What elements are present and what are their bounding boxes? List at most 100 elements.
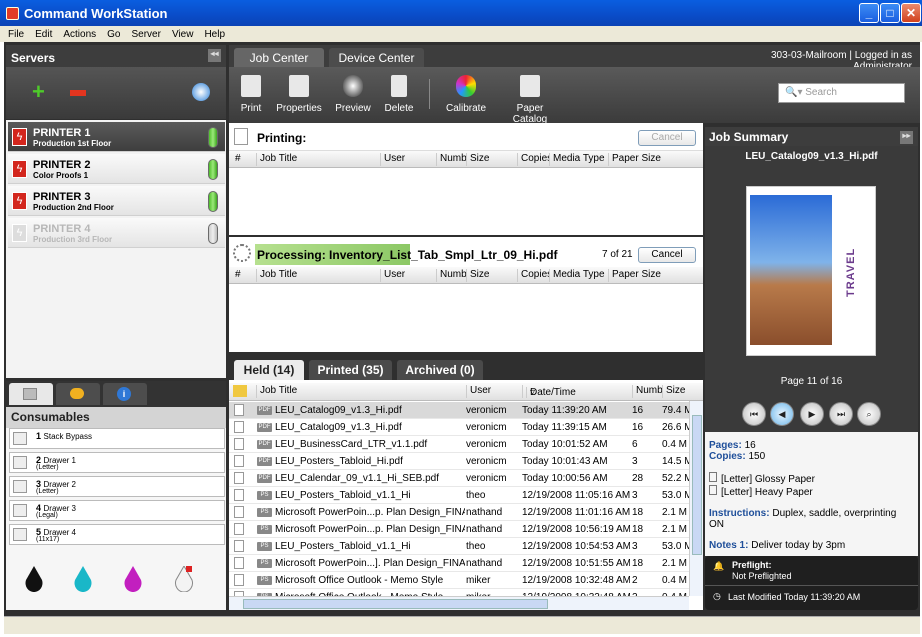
col-media[interactable]: Media Type bbox=[549, 269, 607, 282]
table-row[interactable]: PDF LEU_Catalog09_v1.3_Hi.pdf veronicm Toda… bbox=[229, 419, 692, 436]
tray-item[interactable]: 1 Stack Bypass bbox=[9, 428, 225, 449]
tab-printed[interactable]: Printed (35) bbox=[309, 360, 392, 380]
zoom-icon[interactable]: ⌕ bbox=[857, 402, 881, 426]
tab-device-center[interactable]: Device Center bbox=[329, 48, 424, 67]
folder-icon bbox=[233, 385, 247, 397]
printer-name: PRINTER 1 bbox=[33, 127, 91, 139]
menu-actions[interactable]: Actions bbox=[63, 29, 96, 40]
col-user[interactable]: User bbox=[466, 385, 522, 398]
cancel-processing-button[interactable]: Cancel bbox=[638, 247, 696, 263]
tray-size: (Letter) bbox=[36, 488, 59, 495]
search-input[interactable]: 🔍▾ Search bbox=[778, 83, 905, 103]
properties-button[interactable]: Properties bbox=[275, 75, 323, 114]
last-page-icon[interactable]: ⏭ bbox=[829, 402, 853, 426]
menu-edit[interactable]: Edit bbox=[35, 29, 52, 40]
job-preview: LEU_Catalog09_v1.3_Hi.pdf TRAVEL bbox=[705, 146, 918, 372]
col-number[interactable]: Numbe bbox=[632, 385, 662, 398]
minimize-button[interactable]: _ bbox=[859, 3, 879, 23]
table-row[interactable]: PDF LEU_Catalog09_v1.3_Hi.pdf veronicm Toda… bbox=[229, 402, 692, 419]
previous-page-icon[interactable]: ◀ bbox=[770, 402, 794, 426]
table-row[interactable]: PSMicrosoft Office Outlook - Memo Style m… bbox=[229, 572, 689, 589]
col-size[interactable]: Size bbox=[466, 153, 514, 166]
col-copies[interactable]: Copies bbox=[517, 153, 549, 166]
tray-item[interactable]: 4 Drawer 3 (Legal) bbox=[9, 500, 225, 521]
table-row[interactable]: PS LEU_Posters_Tabloid_v1.1_Hi theo 12/19/2… bbox=[229, 538, 692, 555]
preview-button[interactable]: Preview bbox=[335, 75, 371, 114]
tab-archived[interactable]: Archived (0) bbox=[397, 360, 483, 380]
scroll-thumb[interactable] bbox=[243, 599, 548, 609]
menu-server[interactable]: Server bbox=[132, 29, 161, 40]
document-icon bbox=[234, 421, 244, 433]
col-paper[interactable]: Paper Size bbox=[608, 269, 668, 282]
status-indicator-icon bbox=[208, 191, 218, 212]
col-size[interactable]: Size bbox=[662, 385, 692, 398]
job-toolbar: Print Properties Preview Delete Calibrat… bbox=[229, 67, 920, 125]
cell-date: Today 11:39:20 AM bbox=[522, 405, 607, 416]
table-row[interactable]: PDF LEU_Posters_Tabloid_Hi.pdf veronicm Tod… bbox=[229, 453, 692, 470]
tray-item[interactable]: 3 Drawer 2 (Letter) bbox=[9, 476, 225, 497]
paper-catalog-button[interactable]: Paper Catalog bbox=[499, 75, 561, 125]
document-icon bbox=[234, 523, 244, 535]
media-item: [Letter] Heavy Paper bbox=[709, 485, 914, 498]
vertical-scrollbar[interactable] bbox=[689, 401, 703, 596]
page-thumbnail[interactable]: TRAVEL bbox=[746, 186, 876, 356]
printer-item-4[interactable]: ϟ PRINTER 4 Production 3rd Floor bbox=[8, 218, 225, 248]
table-row[interactable]: PDF LEU_BusinessCard_LTR_v1.1.pdf veronicm… bbox=[229, 436, 689, 453]
cell-title: LEU_Posters_Tabloid_Hi.pdf bbox=[275, 456, 403, 467]
cell-number: 18 bbox=[632, 558, 644, 569]
col-user[interactable]: User bbox=[380, 153, 435, 166]
printer-desc: Production 3rd Floor bbox=[33, 235, 113, 244]
menu-help[interactable]: Help bbox=[204, 29, 225, 40]
table-row[interactable]: PS Microsoft PowerPoin...p. Plan Design_F… bbox=[229, 504, 689, 521]
col-datetime[interactable]: Date/Time ▿ bbox=[522, 385, 630, 398]
processing-queue: Processing: Inventory_List_Tab_Smpl_Ltr_… bbox=[229, 237, 703, 352]
printer-item-3[interactable]: ϟ PRINTER 3 Production 2nd Floor bbox=[8, 186, 225, 216]
collapse-icon[interactable]: ◂◂ bbox=[208, 49, 221, 62]
col-job-title[interactable]: Job Title bbox=[256, 153, 378, 166]
tab-held[interactable]: Held (14) bbox=[234, 360, 304, 380]
col-number[interactable]: Numbe bbox=[436, 153, 466, 166]
delete-button[interactable]: Delete bbox=[384, 75, 414, 114]
calibrate-button[interactable]: Calibrate bbox=[444, 75, 488, 114]
col-num[interactable]: # bbox=[232, 269, 241, 282]
expand-icon[interactable]: ▸▸ bbox=[900, 131, 913, 144]
col-job-title[interactable]: Job Title bbox=[256, 269, 378, 282]
remove-server-icon[interactable] bbox=[70, 90, 86, 96]
next-page-icon[interactable]: ▶ bbox=[800, 402, 824, 426]
table-row[interactable]: PS LEU_Posters_Tabloid_v1.1_Hi theo 12/19/2… bbox=[229, 487, 692, 504]
col-user[interactable]: User bbox=[380, 269, 435, 282]
col-num[interactable]: # bbox=[232, 153, 241, 166]
menu-go[interactable]: Go bbox=[107, 29, 120, 40]
col-number[interactable]: Numbe bbox=[436, 269, 466, 282]
first-page-icon[interactable]: ⏮ bbox=[742, 402, 766, 426]
table-row[interactable]: PS Microsoft PowerPoin...]. Plan Design_F… bbox=[229, 555, 689, 572]
maximize-button[interactable]: □ bbox=[880, 3, 900, 23]
table-row[interactable]: PDF LEU_Calendar_09_v1.1_Hi_SEB.pdf veroni… bbox=[229, 470, 692, 487]
printer-item-2[interactable]: ϟ PRINTER 2 Color Proofs 1 bbox=[8, 154, 225, 184]
cell-size: 2.1 M bbox=[662, 524, 688, 535]
menu-file[interactable]: File bbox=[8, 29, 24, 40]
table-row[interactable]: PS Microsoft PowerPoin...p. Plan Design_F… bbox=[229, 521, 689, 538]
tab-consumables[interactable] bbox=[9, 383, 53, 405]
refresh-icon[interactable] bbox=[192, 83, 210, 101]
col-size[interactable]: Size bbox=[466, 269, 514, 282]
tab-messages[interactable] bbox=[56, 383, 100, 405]
col-media[interactable]: Media Type bbox=[549, 153, 607, 166]
gear-icon bbox=[233, 244, 251, 262]
close-button[interactable]: ✕ bbox=[901, 3, 921, 23]
printer-item-1[interactable]: ϟ PRINTER 1 Production 1st Floor bbox=[8, 122, 225, 152]
menu-view[interactable]: View bbox=[172, 29, 194, 40]
tab-info[interactable]: i bbox=[103, 383, 147, 405]
cancel-printing-button[interactable]: Cancel bbox=[638, 130, 696, 146]
col-paper[interactable]: Paper Size bbox=[608, 153, 668, 166]
scroll-thumb[interactable] bbox=[692, 415, 702, 555]
tab-job-center[interactable]: Job Center bbox=[234, 48, 324, 67]
col-copies[interactable]: Copies bbox=[517, 269, 549, 282]
tray-item[interactable]: 2 Drawer 1 (Letter) bbox=[9, 452, 225, 473]
horizontal-scrollbar[interactable] bbox=[229, 596, 689, 610]
add-server-icon[interactable]: + bbox=[32, 81, 45, 103]
tray-item[interactable]: 5 Drawer 4 (11x17) bbox=[9, 524, 225, 545]
col-job-title[interactable]: Job Title bbox=[256, 385, 466, 398]
cell-user: nathand bbox=[466, 524, 503, 535]
print-button[interactable]: Print bbox=[239, 75, 263, 114]
